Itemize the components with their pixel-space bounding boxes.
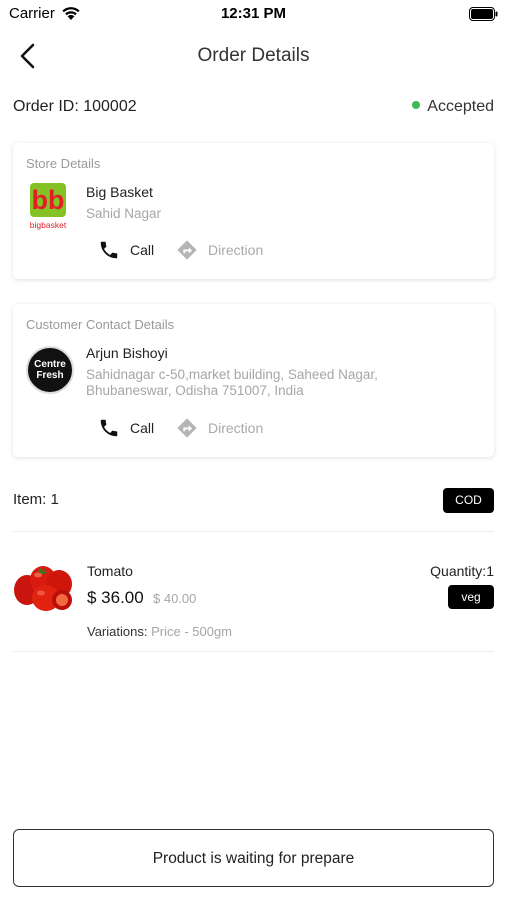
- tomato-image: [14, 566, 72, 611]
- centre-fresh-logo: Centre Fresh: [26, 346, 74, 394]
- store-direction-button[interactable]: Direction: [176, 239, 276, 261]
- item-count: Item: 1: [13, 491, 59, 508]
- clock: 12:31 PM: [220, 5, 287, 22]
- customer-address-line-1: Sahidnagar c-50,market building, Saheed …: [86, 367, 378, 382]
- logo-line-1: Centre: [34, 359, 66, 370]
- divider: [13, 651, 494, 652]
- store-details-card: Store Details bb bigbasket Big Basket Sa…: [13, 143, 494, 279]
- variations-value: Price - 500gm: [151, 624, 233, 639]
- customer-name: Arjun Bishoyi: [86, 345, 168, 361]
- product-variations: Variations: Price - 500gm: [87, 624, 232, 639]
- nav-bar: Order Details: [0, 36, 507, 76]
- status-dot-icon: [412, 100, 421, 109]
- phone-icon: [100, 241, 118, 259]
- phone-icon: [100, 419, 118, 437]
- store-name: Big Basket: [86, 184, 153, 200]
- customer-direction-button[interactable]: Direction: [176, 417, 276, 439]
- store-call-button[interactable]: Call: [98, 239, 164, 261]
- customer-call-button[interactable]: Call: [98, 417, 164, 439]
- veg-badge: veg: [448, 585, 494, 609]
- svg-text:bigbasket: bigbasket: [30, 220, 67, 230]
- items-header: Item: 1 COD: [13, 488, 494, 514]
- store-section-title: Store Details: [26, 156, 101, 171]
- order-id: Order ID: 100002: [13, 98, 137, 115]
- call-label: Call: [130, 242, 155, 258]
- direction-icon: [177, 240, 197, 260]
- divider: [13, 531, 494, 532]
- customer-details-card: Customer Contact Details Centre Fresh Ar…: [13, 304, 494, 457]
- product-name: Tomato: [87, 563, 133, 579]
- customer-address-line-2: Bhubaneswar, Odisha 751007, India: [86, 383, 304, 398]
- direction-label: Direction: [208, 420, 264, 436]
- order-status-button[interactable]: Product is waiting for prepare: [13, 829, 494, 887]
- store-location: Sahid Nagar: [86, 206, 162, 221]
- product-quantity: Quantity:1: [430, 563, 494, 579]
- status-label: Accepted: [427, 98, 494, 115]
- customer-section-title: Customer Contact Details: [26, 317, 175, 332]
- status-badge: Accepted: [412, 98, 494, 116]
- page-title: Order Details: [197, 45, 310, 66]
- call-label: Call: [130, 420, 155, 436]
- product-original-price: $ 40.00: [153, 591, 197, 606]
- order-summary-row: Order ID: 100002 Accepted: [13, 98, 494, 120]
- direction-icon: [177, 418, 197, 438]
- logo-line-2: Fresh: [36, 370, 64, 381]
- svg-text:bb: bb: [32, 185, 65, 215]
- direction-label: Direction: [208, 242, 264, 258]
- status-bar: Carrier 12:31 PM: [0, 0, 507, 30]
- payment-method-badge: COD: [443, 488, 494, 513]
- product-price: $ 36.00: [87, 588, 144, 607]
- battery-icon: [469, 7, 498, 21]
- bigbasket-logo: bb bigbasket: [30, 183, 67, 230]
- variations-label: Variations:: [87, 624, 148, 639]
